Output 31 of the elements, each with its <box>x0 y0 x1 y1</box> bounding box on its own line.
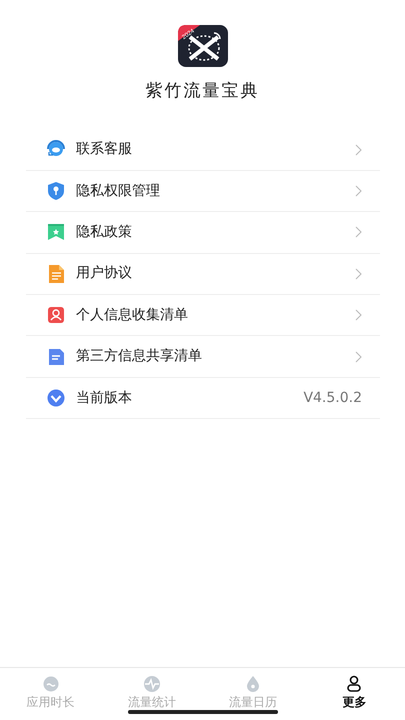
pulse-icon <box>142 675 161 693</box>
menu-label: 个人信息收集清单 <box>76 306 189 325</box>
menu-label: 隐私政策 <box>76 222 133 242</box>
menu-label: 第三方信息共享清单 <box>76 347 203 366</box>
tab[interactable]: 更多 <box>304 668 405 710</box>
menu-label: 用户协议 <box>76 264 133 284</box>
menu-label: 联系客服 <box>76 140 133 160</box>
chevron-right-icon <box>355 185 362 198</box>
app-name: 紫竹流量宝典 <box>146 80 260 103</box>
chevron-right-icon <box>355 268 362 280</box>
menu-item[interactable]: 用户协议 <box>26 254 380 296</box>
chevron-right-icon <box>355 309 362 322</box>
person-icon <box>345 675 364 693</box>
version-number: V4.5.0.2 <box>303 388 362 408</box>
document-icon <box>46 264 66 284</box>
menu-item[interactable]: 当前版本 V4.5.0.2 <box>26 378 380 420</box>
shield-icon <box>46 181 66 202</box>
menu-item[interactable]: 第三方信息共享清单 <box>26 336 380 378</box>
menu-item[interactable]: 隐私权限管理 <box>26 170 380 212</box>
menu-item[interactable]: 隐私政策 <box>26 212 380 254</box>
person-icon <box>46 305 66 326</box>
chevron-right-icon <box>355 144 362 156</box>
chevron-circle-icon <box>46 388 66 408</box>
menu-item[interactable]: 个人信息收集清单 <box>26 295 380 336</box>
menu-item[interactable]: 联系客服 <box>26 130 380 171</box>
menu-label: 隐私权限管理 <box>76 182 161 201</box>
bookmark-icon <box>46 222 66 242</box>
chevron-right-icon <box>355 350 362 363</box>
document-icon <box>46 346 66 367</box>
chevron-right-icon <box>355 226 362 238</box>
menu-label: 当前版本 <box>76 388 133 408</box>
